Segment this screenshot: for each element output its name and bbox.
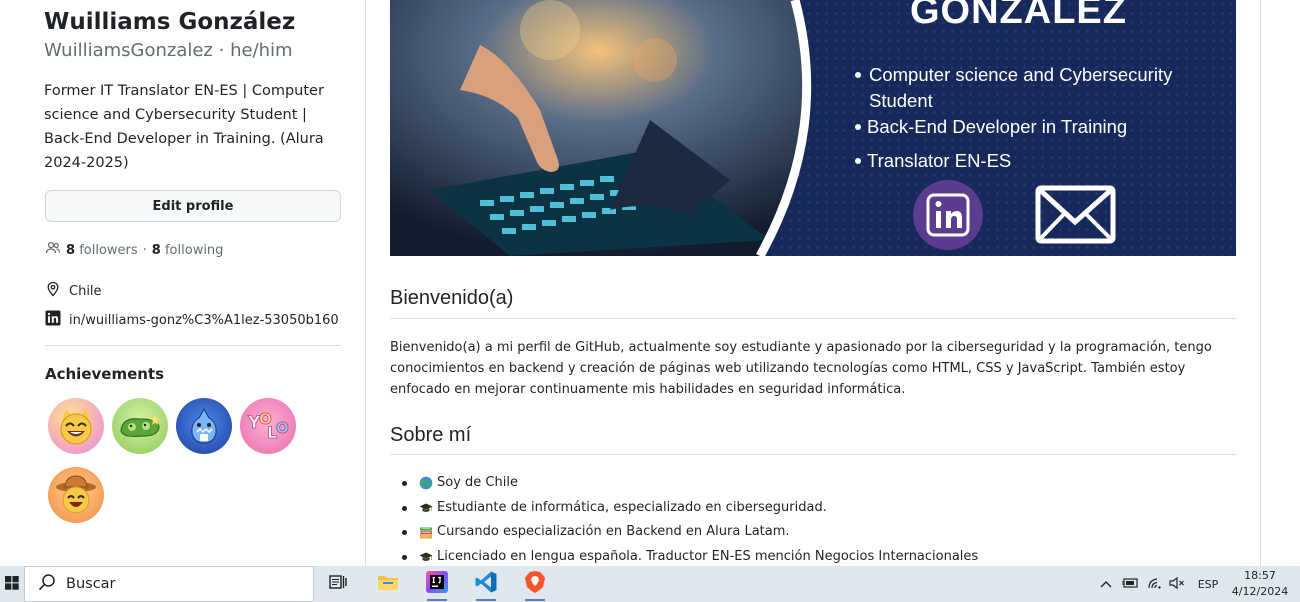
banner-item: Translator EN-ES [867,150,1012,171]
about-item-text: Estudiante de informática, especializado… [437,499,827,515]
vscode-button[interactable] [463,566,509,602]
linkedin-link[interactable]: in/wuilliams-gonz%C3%A1lez-53050b160 [69,313,339,328]
about-item-text: Cursando especialización en Backend en A… [437,524,790,540]
profile-linkedin[interactable]: in/wuilliams-gonz%C3%A1lez-53050b160 [45,310,339,330]
search-icon [38,573,56,595]
battery-button[interactable] [1120,566,1140,602]
profile-banner: GONZÁLEZ Computer science and Cybersecur… [390,0,1236,256]
location-pin-icon [45,281,61,301]
profile-handle: WuilliamsGonzalez [44,40,213,61]
about-heading-rule [390,454,1236,455]
taskbar-search[interactable]: Buscar [24,566,314,602]
people-icon [45,240,61,260]
about-heading: Sobre mí [390,424,472,446]
welcome-heading: Bienvenido(a) [390,287,514,309]
brave-button[interactable] [512,566,558,602]
achievements-title: Achievements [45,365,165,383]
handle-separator: · [218,40,225,61]
show-hidden-icons-button[interactable] [1098,566,1114,602]
windows-logo-icon [5,575,19,594]
network-button[interactable] [1145,566,1165,602]
wifi-icon [1147,576,1163,593]
linkedin-icon [45,310,61,330]
file-explorer-button[interactable] [365,566,411,602]
graduation-cap-icon [419,501,433,515]
about-item-text: Soy de Chile [437,475,518,490]
start-button[interactable] [0,566,24,602]
profile-name: Wuilliams González [44,9,296,35]
sidebar-divider [45,345,341,346]
profile-bio: Former IT Translator EN-ES | Computer sc… [44,83,324,171]
location-text: Chile [69,283,102,299]
followers-link[interactable]: 8 followers [66,243,138,258]
panel-right-border [1260,0,1261,566]
follow-stats: 8 followers · 8 following [45,240,223,260]
intellij-icon [425,570,449,598]
search-placeholder: Buscar [66,576,116,592]
list-item: Cursando especialización en Backend en A… [400,520,978,545]
edit-profile-button[interactable]: Edit profile [45,190,341,222]
quickdraw-cat-badge-icon[interactable] [48,398,104,454]
chevron-up-icon [1100,578,1112,591]
intellij-button[interactable] [414,566,460,602]
volume-muted-icon [1169,576,1185,593]
profile-location: Chile [45,281,102,301]
input-language-button[interactable]: ESP [1194,566,1222,602]
banner-title: GONZÁLEZ [910,0,1127,32]
following-link[interactable]: 8 following [152,243,224,258]
taskbar-clock[interactable]: 18:57 4/12/2024 [1228,568,1292,600]
profile-pronouns: he/him [230,40,293,61]
graduation-cap-icon [419,550,433,564]
page: Wuilliams González WuilliamsGonzalez · h… [0,0,1300,602]
banner-list: Computer science and Cybersecurity Stude… [850,62,1172,174]
taskbar: Buscar ESP 18:57 4/12/2024 [0,566,1300,602]
pair-extraordinaire-badge-icon[interactable] [112,398,168,454]
svg-text:O: O [276,419,289,437]
books-icon [419,526,433,540]
banner-item: Student [869,90,933,111]
globe-icon [419,476,433,490]
banner-item: Computer science and Cybersecurity [869,64,1173,85]
pull-shark-badge-icon[interactable] [176,398,232,454]
yolo-badge-icon[interactable]: YOLO [240,398,296,454]
list-item: Soy de Chile [400,471,978,496]
banner-item: Back-End Developer in Training [867,116,1128,137]
about-list: Soy de Chile Estudiante de informática, … [400,471,978,570]
battery-icon [1121,577,1139,592]
vscode-icon [474,570,498,598]
welcome-paragraph: Bienvenido(a) a mi perfil de GitHub, act… [390,340,1212,397]
input-language: ESP [1197,577,1219,591]
task-view-button[interactable] [315,566,361,602]
profile-sidebar: Wuilliams González WuilliamsGonzalez · h… [0,0,365,566]
clock-date: 4/12/2024 [1231,585,1289,598]
task-view-icon [328,573,348,595]
list-item: Estudiante de informática, especializado… [400,496,978,521]
brave-icon [524,570,546,598]
welcome-heading-rule [390,318,1236,319]
volume-button[interactable] [1167,566,1187,602]
clock-time: 18:57 [1244,569,1276,582]
follow-separator: · [142,242,147,258]
starstruck-cowboy-badge-icon[interactable] [48,467,104,523]
profile-handle-line: WuilliamsGonzalez · he/him [44,40,293,61]
file-explorer-icon [377,572,399,596]
